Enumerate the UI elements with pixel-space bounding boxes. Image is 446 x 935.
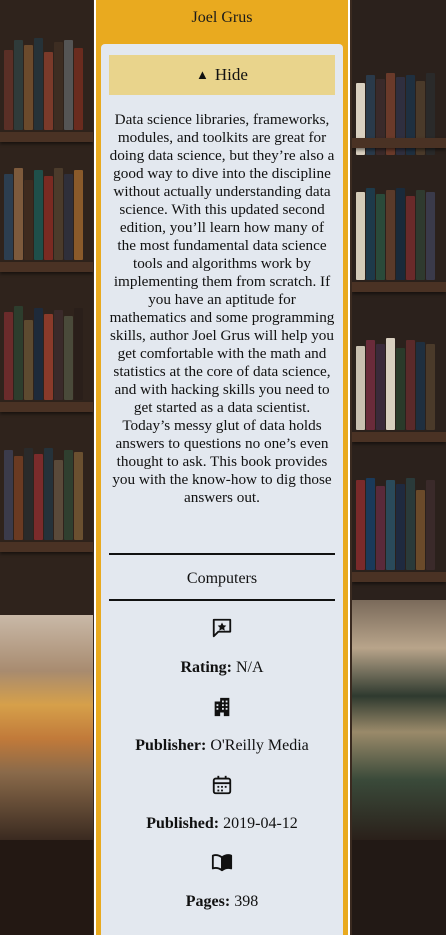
rating-label: Rating: xyxy=(180,659,232,676)
building-icon xyxy=(214,697,230,717)
book-card: Joel Grus ▲ Hide Data science libraries,… xyxy=(94,0,350,935)
book-description: Data science libraries, frameworks, modu… xyxy=(109,111,335,506)
book-category: Computers xyxy=(186,570,258,587)
rating-value: N/A xyxy=(236,659,264,676)
publisher-value: O'Reilly Media xyxy=(210,737,309,754)
rating-row: Rating: N/A xyxy=(101,659,343,677)
bookshelf-left xyxy=(0,0,93,935)
published-row: Published: 2019-04-12 xyxy=(101,815,343,833)
calendar-icon xyxy=(212,775,232,795)
published-label: Published: xyxy=(146,815,220,832)
pages-label: Pages: xyxy=(185,893,231,910)
publisher-row: Publisher: O'Reilly Media xyxy=(101,737,343,755)
divider-top xyxy=(109,553,335,555)
book-author: Joel Grus xyxy=(191,9,253,26)
triangle-up-icon: ▲ xyxy=(196,67,209,82)
divider-bottom xyxy=(109,599,335,601)
pages-value: 398 xyxy=(234,893,259,910)
bookshelf-right xyxy=(352,0,446,935)
hide-toggle-label: Hide xyxy=(214,65,248,84)
published-value: 2019-04-12 xyxy=(223,815,298,832)
hide-toggle-button[interactable]: ▲ Hide xyxy=(109,55,335,95)
star-message-icon xyxy=(212,618,232,638)
open-book-icon xyxy=(211,854,233,872)
book-details-panel: ▲ Hide Data science libraries, framework… xyxy=(101,44,343,935)
publisher-label: Publisher: xyxy=(135,737,207,754)
pages-row: Pages: 398 xyxy=(101,893,343,911)
